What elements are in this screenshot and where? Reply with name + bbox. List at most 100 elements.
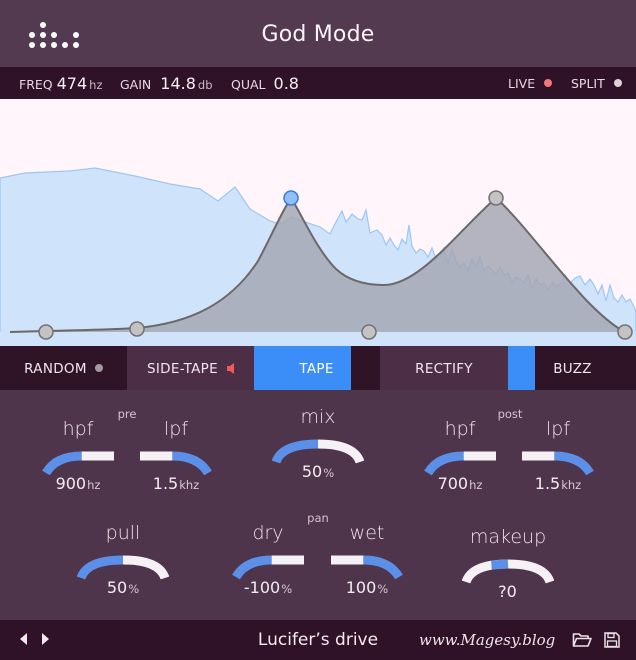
post-hpf-value-number: 700 bbox=[437, 474, 469, 493]
tape-button[interactable]: TAPE bbox=[254, 346, 351, 390]
eq-handle-band-5[interactable] bbox=[488, 190, 504, 206]
eq-handle-band-2[interactable] bbox=[129, 321, 145, 337]
pull-knob[interactable]: pull 50% bbox=[77, 522, 169, 602]
split-indicator-icon bbox=[613, 79, 622, 87]
pre-hpf-value-number: 900 bbox=[55, 474, 87, 493]
makeup-label: makeup bbox=[469, 526, 547, 548]
pan-wet-value: 100% bbox=[331, 578, 403, 597]
eq-handle-band-1[interactable] bbox=[38, 324, 54, 340]
pre-lpf-value-number: 1.5 bbox=[152, 474, 179, 493]
live-toggle[interactable]: LIVE bbox=[508, 67, 553, 99]
arc-value bbox=[491, 559, 509, 570]
buzz-active-indicator[interactable] bbox=[508, 346, 535, 390]
arc-value bbox=[554, 451, 594, 476]
post-hpf-knob[interactable]: hpf 700hz bbox=[424, 418, 496, 498]
pre-hpf-value-unit: hz bbox=[87, 478, 101, 492]
arc-value bbox=[172, 451, 212, 476]
tape-label: TAPE bbox=[299, 361, 334, 377]
arc-track bbox=[122, 555, 169, 580]
side-tape-button[interactable]: SIDE-TAPE bbox=[127, 346, 254, 390]
gain-label: GAIN bbox=[120, 77, 152, 92]
footer: Lucifer’s drive www.Magesy.blog bbox=[0, 620, 636, 660]
split-label: SPLIT bbox=[571, 76, 605, 91]
graph-baseline-strip bbox=[0, 332, 636, 346]
pre-hpf-label: hpf bbox=[62, 418, 94, 440]
post-lpf-label: lpf bbox=[545, 418, 571, 440]
pan-wet-value-unit: % bbox=[377, 582, 389, 596]
pull-value: 50% bbox=[77, 578, 169, 597]
info-bar: FREQ 474 hz GAIN 14.8 db QUAL 0.8 LIVE SPLIT bbox=[0, 67, 636, 99]
pan-wet-knob[interactable]: wet 100% bbox=[331, 522, 403, 602]
eq-handle-band-3[interactable] bbox=[283, 190, 299, 206]
freq-label: FREQ bbox=[19, 77, 53, 92]
pre-lpf-knob[interactable]: lpf 1.5khz bbox=[140, 418, 212, 498]
dot-icon bbox=[94, 364, 103, 372]
split-toggle[interactable]: SPLIT bbox=[571, 67, 622, 99]
eq-handle-band-6[interactable] bbox=[617, 324, 633, 340]
side-tape-label: SIDE-TAPE bbox=[147, 361, 218, 377]
pull-value-number: 50 bbox=[106, 578, 128, 597]
post-hpf-value-unit: hz bbox=[469, 478, 483, 492]
header: God Mode bbox=[0, 0, 636, 67]
buzz-label: BUZZ bbox=[553, 361, 592, 377]
post-lpf-value-number: 1.5 bbox=[534, 474, 561, 493]
eq-graph-canvas[interactable] bbox=[0, 99, 636, 346]
arc-value bbox=[232, 555, 272, 580]
arc-value bbox=[424, 451, 464, 476]
post-hpf-value: 700hz bbox=[424, 474, 496, 493]
pull-label: pull bbox=[105, 522, 141, 544]
mode-bar: RANDOM SIDE-TAPE TAPE RECTIFY BUZZ bbox=[0, 346, 636, 390]
arc-value bbox=[77, 555, 124, 580]
qual-label: QUAL bbox=[231, 77, 266, 92]
qual-value: 0.8 bbox=[273, 74, 299, 93]
pan-dry-value-unit: % bbox=[281, 582, 293, 596]
post-lpf-value-unit: khz bbox=[561, 478, 582, 492]
plugin-title: God Mode bbox=[261, 22, 375, 47]
post-hpf-label: hpf bbox=[444, 418, 476, 440]
post-lpf-value: 1.5khz bbox=[522, 474, 594, 493]
pre-lpf-value-unit: khz bbox=[179, 478, 200, 492]
arc-value bbox=[272, 439, 319, 464]
folder-icon[interactable] bbox=[572, 632, 592, 652]
pan-wet-value-number: 100 bbox=[345, 578, 377, 597]
mix-value: 50% bbox=[272, 462, 364, 481]
live-indicator-icon bbox=[544, 79, 553, 87]
pre-lpf-label: lpf bbox=[163, 418, 189, 440]
pan-dry-knob[interactable]: dry -100% bbox=[232, 522, 304, 602]
arc-value bbox=[42, 451, 82, 476]
freq-value: 474 bbox=[56, 74, 88, 93]
makeup-knob[interactable]: makeup ?0 bbox=[462, 526, 554, 606]
rectify-button[interactable]: RECTIFY bbox=[380, 346, 508, 390]
eq-graph[interactable] bbox=[0, 99, 636, 346]
live-label: LIVE bbox=[508, 76, 536, 91]
speaker-icon bbox=[226, 347, 234, 393]
watermark-text: www.Magesy.blog bbox=[419, 631, 556, 649]
pull-value-unit: % bbox=[128, 582, 140, 596]
eq-handle-band-4[interactable] bbox=[361, 324, 377, 340]
freq-readout[interactable]: FREQ 474 hz bbox=[19, 67, 103, 99]
gain-unit: db bbox=[197, 78, 213, 92]
floppy-disk-icon[interactable] bbox=[604, 632, 620, 652]
gain-value: 14.8 bbox=[160, 74, 196, 93]
gain-readout[interactable]: GAIN 14.8 db bbox=[120, 67, 213, 99]
mix-value-unit: % bbox=[323, 466, 335, 480]
pan-dry-label: dry bbox=[252, 522, 284, 544]
rectify-label: RECTIFY bbox=[415, 361, 473, 377]
pan-dry-value-number: -100 bbox=[243, 578, 281, 597]
pre-lpf-value: 1.5khz bbox=[140, 474, 212, 493]
pan-dry-value: -100% bbox=[232, 578, 304, 597]
mix-label: mix bbox=[300, 406, 336, 428]
random-label: RANDOM bbox=[24, 361, 87, 377]
makeup-value: ?0 bbox=[462, 582, 554, 601]
pan-wet-label: wet bbox=[349, 522, 385, 544]
buzz-button[interactable]: BUZZ bbox=[535, 346, 636, 390]
pre-hpf-value: 900hz bbox=[42, 474, 114, 493]
pre-hpf-knob[interactable]: hpf 900hz bbox=[42, 418, 114, 498]
random-button[interactable]: RANDOM bbox=[0, 346, 127, 390]
arc-value bbox=[363, 555, 403, 580]
mix-value-number: 50 bbox=[301, 462, 323, 481]
mix-knob[interactable]: mix 50% bbox=[272, 406, 364, 486]
post-lpf-knob[interactable]: lpf 1.5khz bbox=[522, 418, 594, 498]
qual-readout[interactable]: QUAL 0.8 bbox=[231, 67, 299, 99]
arc-track bbox=[317, 439, 364, 464]
